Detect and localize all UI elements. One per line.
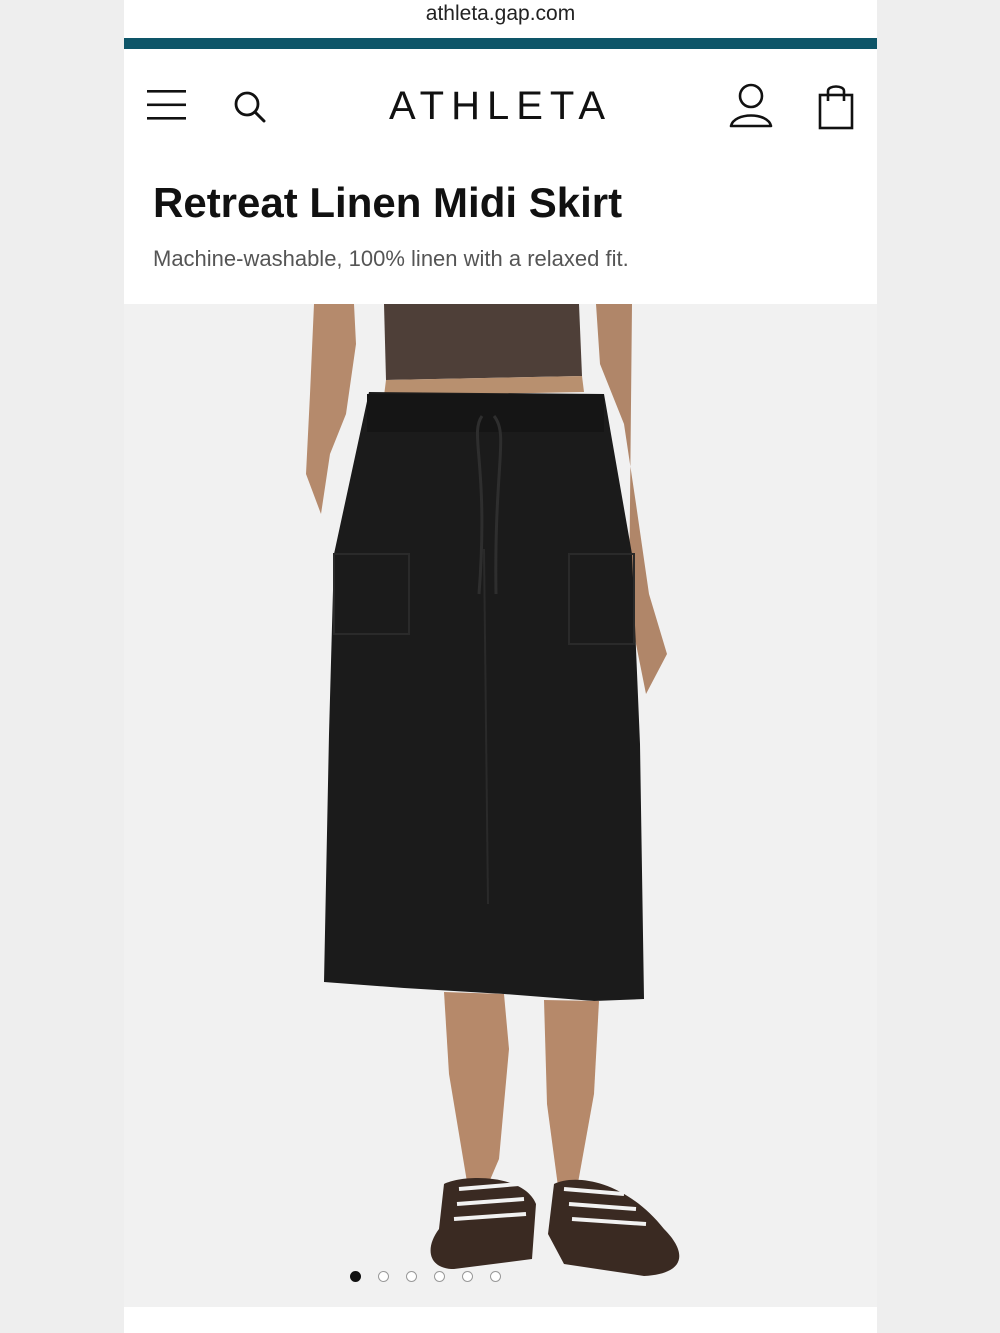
carousel-dot-5[interactable] <box>462 1271 473 1282</box>
shopping-bag-icon[interactable] <box>816 81 856 131</box>
carousel-dot-2[interactable] <box>378 1271 389 1282</box>
carousel-dot-3[interactable] <box>406 1271 417 1282</box>
product-image-carousel[interactable] <box>124 304 877 1307</box>
site-header: ATHLETA <box>124 49 877 164</box>
product-subtitle: Machine-washable, 100% linen with a rela… <box>153 246 629 271</box>
browser-address-bar[interactable]: athleta.gap.com <box>124 0 877 38</box>
promo-accent-bar <box>124 38 877 49</box>
product-title: Retreat Linen Midi Skirt <box>153 179 623 226</box>
carousel-dots <box>124 1271 877 1282</box>
carousel-dot-6[interactable] <box>490 1271 501 1282</box>
carousel-dot-1[interactable] <box>350 1271 361 1282</box>
url-text[interactable]: athleta.gap.com <box>426 2 575 26</box>
carousel-dot-4[interactable] <box>434 1271 445 1282</box>
page-footer-space <box>124 1307 877 1333</box>
product-page: athleta.gap.com ATHLETA Retreat Linen Mi… <box>124 0 877 1333</box>
product-photo <box>124 304 877 1307</box>
product-heading: Retreat Linen Midi Skirt Machine-washabl… <box>153 178 853 272</box>
account-icon[interactable] <box>726 81 776 131</box>
